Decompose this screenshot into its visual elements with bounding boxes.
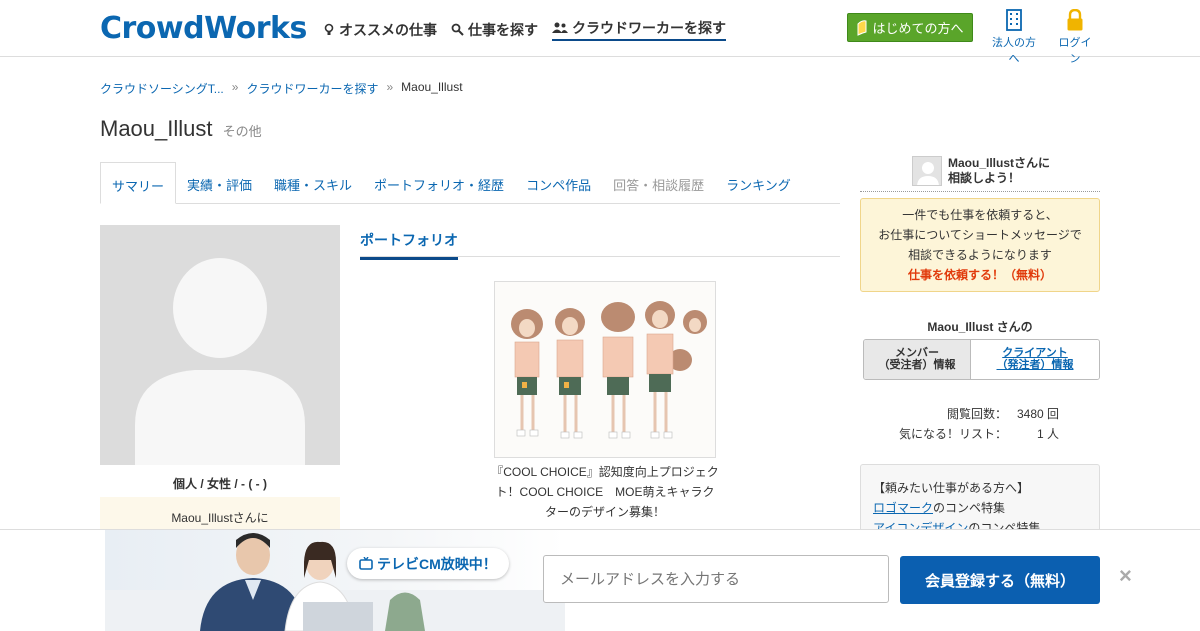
tvcm-label: テレビCM放映中！	[377, 555, 497, 572]
email-input[interactable]	[543, 555, 889, 603]
crowdworks-logo[interactable]: CrowdWorks	[100, 11, 307, 46]
beginners-button-label: はじめての方へ	[872, 21, 964, 36]
nav-search-jobs[interactable]: 仕事を探す	[451, 18, 538, 41]
notice-line: 相談できるようになります	[908, 248, 1052, 262]
stat-watchlist-value: 1 人	[1036, 427, 1059, 441]
tab-skills[interactable]: 職種・スキル	[263, 162, 363, 203]
nav-search-workers-label: クラウドワーカーを探す	[572, 20, 726, 36]
login-link[interactable]: ログイン	[1054, 9, 1096, 66]
portfolio-section-header: ポートフォリオ	[360, 225, 840, 260]
breadcrumb-search-workers[interactable]: クラウドワーカーを探す	[246, 80, 378, 97]
info-title: Maou_Illust さんの	[927, 320, 1033, 334]
request-job-link[interactable]: 仕事を依頼する！（無料）	[861, 265, 1099, 285]
tvcm-photo	[105, 530, 565, 631]
profile-meta: 個人 / 女性 / - ( - )	[173, 477, 267, 491]
tab-competitions[interactable]: コンペ作品	[515, 162, 602, 203]
page-title: Maou_Illust その他	[100, 116, 262, 142]
nav-search-workers[interactable]: クラウドワーカーを探す	[552, 18, 726, 41]
close-icon[interactable]: ×	[1119, 563, 1132, 589]
consult-header: Maou_Illustさんに 相談しよう！	[912, 156, 1050, 186]
people-photo	[105, 533, 565, 631]
profile-avatar	[100, 225, 340, 465]
client-info-tab[interactable]: クライアント （発注者）情報	[971, 340, 1099, 379]
beginners-button[interactable]: はじめての方へ	[847, 13, 973, 42]
request-box-title: 【頼みたい仕事がある方へ】	[873, 481, 1030, 495]
consult-heading: Maou_Illustさんに 相談しよう！	[948, 156, 1050, 186]
portfolio-heading: ポートフォリオ	[360, 225, 458, 260]
small-avatar	[912, 156, 942, 186]
search-icon	[451, 23, 464, 36]
member-info-line2: （受注者）情報	[878, 359, 956, 371]
breadcrumb: クラウドソーシングT... » クラウドワーカーを探す » Maou_Illus…	[100, 80, 463, 97]
corporate-link-label: 法人の方へ	[992, 37, 1036, 65]
building-icon	[1006, 9, 1022, 31]
notice-line: お仕事についてショートメッセージで	[878, 228, 1082, 242]
stat-watchlist-label: 気になる！リスト：	[898, 427, 1007, 441]
consult-notice: 一件でも仕事を依頼すると、 お仕事についてショートメッセージで 相談できるように…	[860, 198, 1100, 292]
signup-button[interactable]: 会員登録する（無料）	[900, 556, 1100, 604]
member-info-line1: メンバー	[895, 347, 939, 359]
tv-icon	[359, 557, 373, 570]
portfolio-thumbnail[interactable]	[494, 281, 716, 458]
consult-heading-line2: 相談しよう！	[948, 171, 1021, 185]
profile-stats: 閲覧回数： 3480 回 気になる！リスト： 1 人	[880, 404, 1059, 444]
request-item: ロゴマークのコンペ特集	[873, 498, 1087, 518]
tab-ranking[interactable]: ランキング	[715, 162, 802, 203]
stat-row: 閲覧回数： 3480 回	[880, 404, 1059, 424]
notice-line: 一件でも仕事を依頼すると、	[902, 208, 1058, 222]
request-item-suffix: のコンペ特集	[933, 501, 1006, 515]
bulb-icon	[324, 23, 334, 35]
member-info-tab[interactable]: メンバー （受注者）情報	[864, 340, 971, 379]
divider	[860, 191, 1100, 192]
login-link-label: ログイン	[1058, 37, 1092, 65]
tab-results[interactable]: 実績・評価	[176, 162, 263, 203]
tvcm-badge: テレビCM放映中！	[347, 548, 509, 579]
stat-row: 気になる！リスト： 1 人	[880, 424, 1059, 444]
tab-portfolio[interactable]: ポートフォリオ・経歴	[363, 162, 515, 203]
worker-name: Maou_Illust	[100, 116, 213, 141]
nav-recommended-jobs-label: オススメの仕事	[339, 21, 437, 38]
worker-category: その他	[222, 124, 262, 139]
logo-contest-link[interactable]: ロゴマーク	[873, 501, 933, 515]
stat-views-label: 閲覧回数：	[946, 407, 1007, 421]
signup-footer-bar: テレビCM放映中！ 会員登録する（無料） ×	[0, 529, 1200, 631]
stat-views-value: 3480 回	[1016, 407, 1059, 421]
consult-heading-line1: Maou_Illustさんに	[948, 156, 1051, 170]
breadcrumb-current: Maou_Illust	[401, 80, 463, 94]
lock-icon	[1067, 9, 1083, 31]
character-design-image	[495, 282, 715, 457]
tab-answers: 回答・相談履歴	[613, 178, 705, 193]
nav-search-jobs-label: 仕事を探す	[468, 21, 538, 38]
leaf-icon	[857, 19, 867, 36]
site-header: CrowdWorks オススメの仕事 仕事を探す クラウドワーカーを探す はじめ…	[0, 0, 1200, 65]
default-user-icon	[917, 162, 939, 185]
breadcrumb-separator: »	[231, 80, 239, 94]
main-nav: オススメの仕事 仕事を探す クラウドワーカーを探す	[323, 18, 726, 41]
role-toggle: メンバー （受注者）情報 クライアント （発注者）情報	[863, 339, 1100, 380]
corporate-link[interactable]: 法人の方へ	[988, 9, 1040, 66]
client-info-line1: クライアント	[1002, 347, 1068, 359]
default-user-icon	[135, 258, 305, 465]
profile-tabs: サマリー 実績・評価 職種・スキル ポートフォリオ・経歴 コンペ作品 回答・相談…	[100, 162, 840, 204]
tab-summary[interactable]: サマリー	[100, 162, 177, 204]
users-icon	[552, 22, 568, 33]
breadcrumb-separator: »	[386, 80, 394, 94]
portfolio-caption[interactable]: 『COOL CHOICE』認知度向上プロジェクト！COOL CHOICE MOE…	[490, 462, 720, 522]
breadcrumb-home[interactable]: クラウドソーシングT...	[100, 80, 224, 97]
nav-recommended-jobs[interactable]: オススメの仕事	[323, 18, 437, 41]
client-info-line2: （発注者）情報	[996, 359, 1074, 371]
